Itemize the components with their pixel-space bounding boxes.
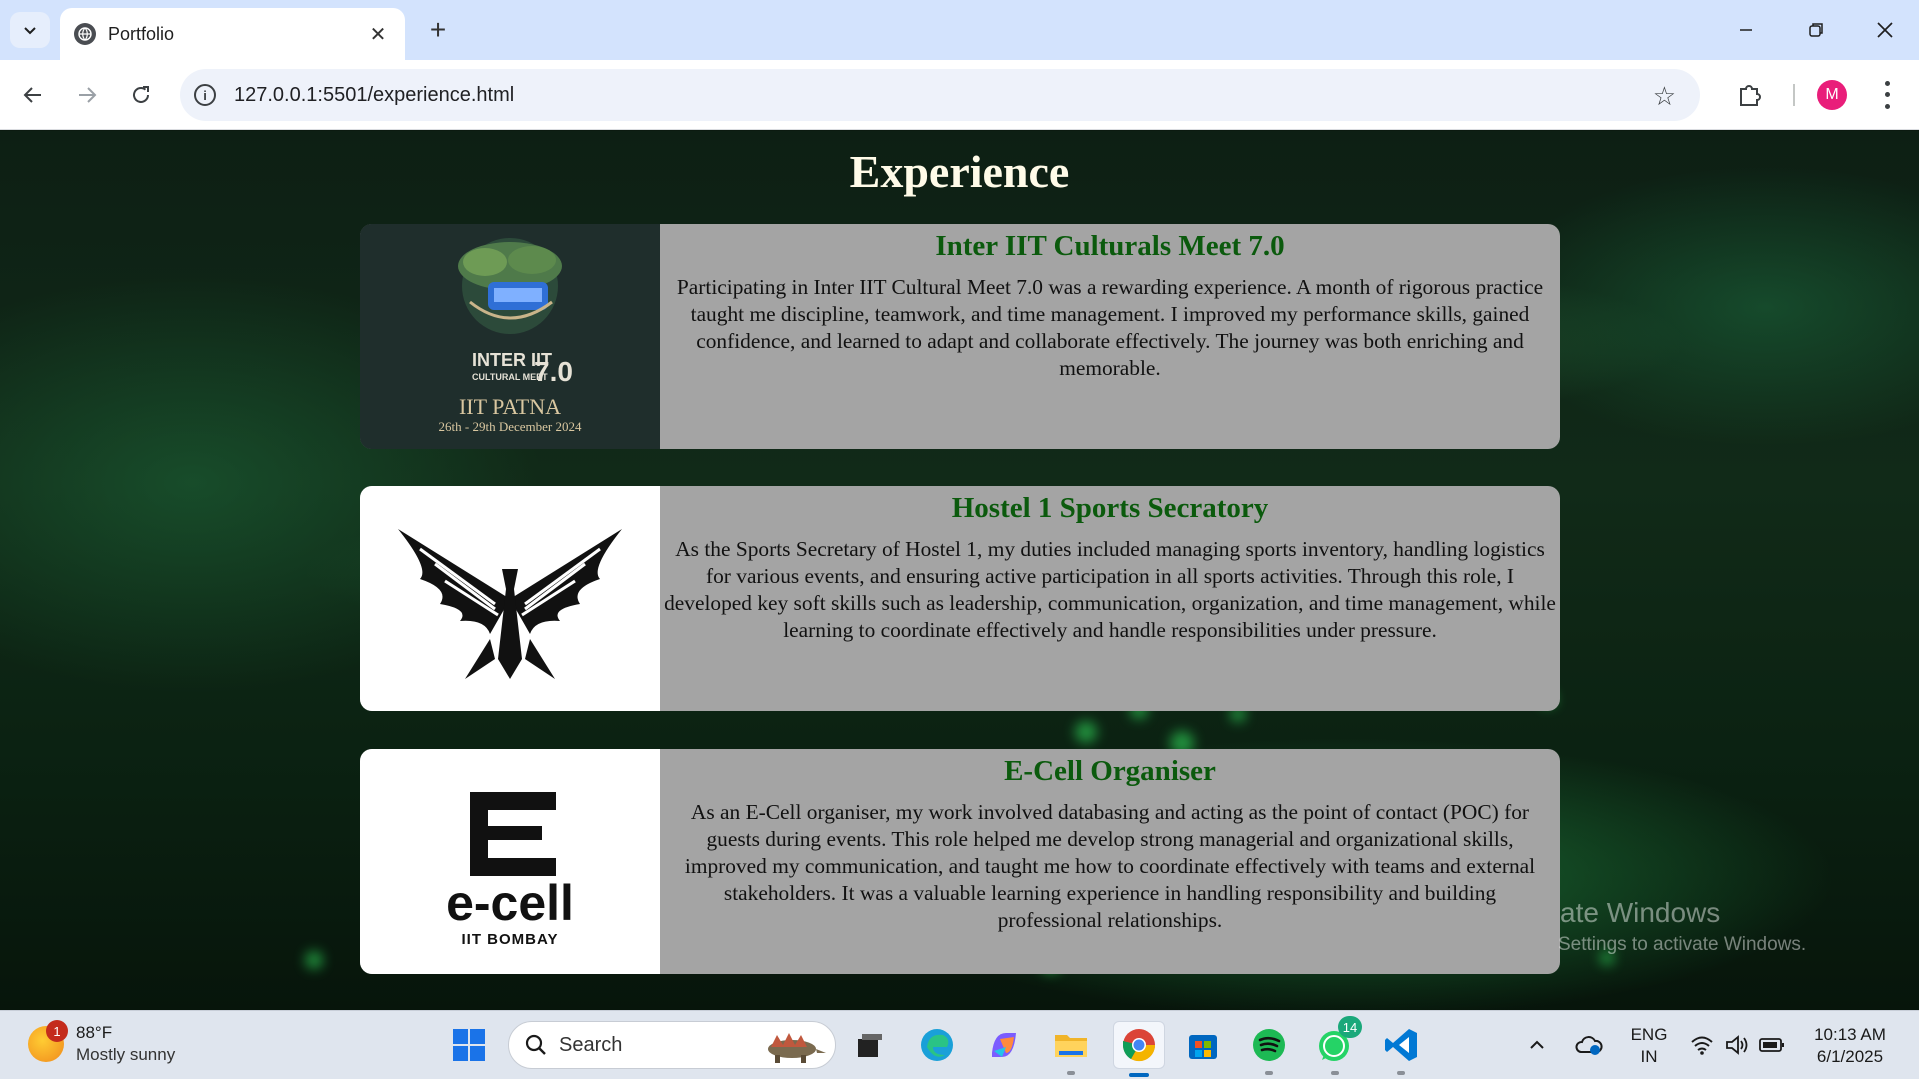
whatsapp-button[interactable]: 14 [1314,1016,1362,1075]
browser-toolbar: i 127.0.0.1:5501/experience.html ☆ M [0,60,1919,130]
browser-menu-icon[interactable] [1872,78,1902,112]
forward-button[interactable] [67,75,107,115]
ecell-logo: e-cell IIT BOMBAY [360,749,660,974]
weather-temp: 88°F [76,1023,113,1042]
page-viewport: Experience INTER IIT CULTURAL MEET 7.0 I… [0,131,1919,1010]
arrow-right-icon [79,87,97,103]
toolbar-divider [1793,84,1795,106]
volume-icon[interactable] [1722,1024,1752,1066]
vscode-button[interactable] [1380,1024,1422,1075]
minimize-icon [1740,29,1752,31]
card-title: E-Cell Organiser [1004,755,1216,787]
edge-button[interactable] [916,1024,958,1066]
lang-bottom: IN [1640,1047,1658,1066]
dinosaur-icon [768,1033,826,1063]
logo-version: 7.0 [534,356,573,387]
language-indicator[interactable]: ENG IN [1628,1024,1670,1068]
file-explorer-button[interactable] [1050,1024,1092,1075]
chrome-button[interactable] [1113,1021,1165,1077]
taskbar-search[interactable]: Search [508,1021,836,1069]
card-description: Participating in Inter IIT Cultural Meet… [676,275,1544,380]
globe-icon [74,23,96,45]
experience-card-inter-iit: INTER IIT CULTURAL MEET 7.0 IIT PATNA 26… [360,224,1560,449]
copilot-button[interactable] [983,1024,1025,1066]
close-window-button[interactable] [1862,10,1908,50]
chrome-icon [1122,1029,1156,1062]
close-icon [1877,22,1893,38]
restore-button[interactable] [1793,10,1839,50]
weather-desc: Mostly sunny [76,1045,176,1064]
show-hidden-icons-button[interactable] [1522,1024,1552,1066]
card-title: Inter IIT Culturals Meet 7.0 [935,230,1285,262]
windows-icon [453,1029,485,1061]
restore-icon [1809,23,1823,37]
copilot-icon [992,1033,1016,1057]
notification-badge: 1 [46,1020,68,1042]
reload-icon [133,86,149,103]
clock-time: 10:13 AM [1814,1025,1886,1044]
chevron-up-icon [1530,1040,1544,1049]
weather-widget[interactable]: 1 88°F Mostly sunny [28,1020,176,1065]
logo-venue: IIT PATNA [459,394,561,419]
new-tab-button[interactable]: + [420,14,456,48]
experience-card-ecell: e-cell IIT BOMBAY E-Cell Organiser As an… [360,749,1560,974]
whatsapp-badge: 14 [1338,1016,1362,1038]
card-title: Hostel 1 Sports Secratory [951,492,1269,524]
tab-title: Portfolio [108,23,175,44]
taskbar: 1 88°F Mostly sunny Search 14 ENG IN 10:… [0,1010,1919,1079]
tab-close-icon[interactable]: ✕ [365,22,391,47]
logo-wordmark: e-cell [446,875,574,931]
reload-button[interactable] [121,75,161,115]
clock[interactable]: 10:13 AM 6/1/2025 [1800,1024,1900,1068]
task-view-button[interactable] [848,1024,890,1066]
minimize-button[interactable] [1723,10,1769,50]
sun-icon: 1 [28,1020,68,1062]
site-info-icon[interactable]: i [194,84,216,106]
address-bar[interactable]: i 127.0.0.1:5501/experience.html ☆ [180,69,1700,121]
task-view-icon [858,1034,882,1057]
arrow-left-icon [23,87,41,103]
tab-search-button[interactable] [10,12,50,48]
start-button[interactable] [448,1024,490,1066]
vscode-icon [1385,1029,1417,1061]
clock-date: 6/1/2025 [1816,1047,1884,1066]
spotify-button[interactable] [1248,1024,1290,1075]
onedrive-icon[interactable] [1572,1024,1606,1066]
card-description: As an E-Cell organiser, my work involved… [684,800,1536,932]
activate-windows-title: ate Windows [1560,897,1721,928]
chevron-down-icon [24,27,36,35]
activate-windows-text: Settings to activate Windows. [1558,934,1807,955]
tab-portfolio[interactable]: Portfolio ✕ [60,8,405,60]
wifi-icon[interactable] [1687,1024,1717,1066]
profile-avatar[interactable]: M [1817,80,1847,110]
folder-icon [1055,1035,1087,1057]
search-icon [525,1034,546,1055]
url-text[interactable]: 127.0.0.1:5501/experience.html [234,84,514,107]
experience-card-hostel-sports: Hostel 1 Sports Secratory As the Sports … [360,486,1560,711]
card-body: Inter IIT Culturals Meet 7.0 Participati… [660,224,1560,449]
page-title: Experience [849,146,1070,197]
card-body: E-Cell Organiser As an E-Cell organiser,… [660,749,1560,974]
store-button[interactable] [1182,1024,1224,1066]
lang-top: ENG [1630,1025,1668,1044]
bookmark-star-icon[interactable]: ☆ [1653,81,1676,112]
eagle-logo-icon [360,486,660,711]
card-description: As the Sports Secretary of Hostel 1, my … [664,537,1556,642]
spotify-icon [1253,1029,1285,1061]
logo-dates: 26th - 29th December 2024 [439,419,582,434]
edge-icon [921,1029,953,1061]
tab-strip: Portfolio ✕ + [0,0,1919,60]
battery-icon[interactable] [1757,1024,1787,1066]
extensions-icon[interactable] [1735,80,1765,110]
search-label: Search [559,1033,623,1056]
card-body: Hostel 1 Sports Secratory As the Sports … [660,486,1560,711]
logo-sub: IIT BOMBAY [462,931,559,948]
back-button[interactable] [13,75,53,115]
store-icon [1189,1035,1217,1059]
inter-iit-logo: INTER IIT CULTURAL MEET 7.0 IIT PATNA 26… [360,224,660,449]
